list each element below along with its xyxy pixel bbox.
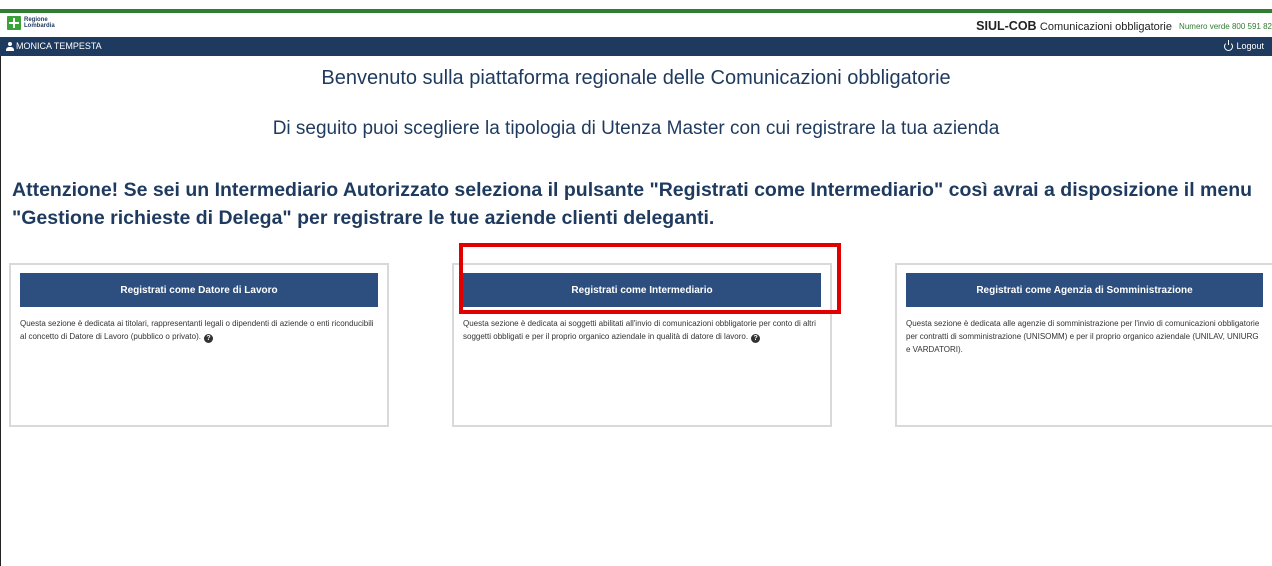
card-intermediario: Registrati come Intermediario Questa sez… — [452, 263, 832, 427]
register-datore-button[interactable]: Registrati come Datore di Lavoro — [20, 273, 378, 307]
logout-label: Logout — [1236, 41, 1264, 51]
app-title: SIUL-COB Comunicazioni obbligatorie — [976, 19, 1172, 33]
power-icon — [1224, 39, 1234, 51]
logout-button[interactable]: Logout — [1224, 39, 1264, 51]
lombardia-cross-icon — [7, 16, 21, 30]
card-description: Questa sezione è dedicata ai soggetti ab… — [463, 319, 816, 343]
page-subtitle: Di seguito puoi scegliere la tipologia d… — [272, 118, 1000, 139]
left-border — [0, 13, 1, 566]
card-description: Questa sezione è dedicata ai titolari, r… — [20, 319, 374, 343]
question-circle-icon[interactable]: ? — [751, 334, 761, 343]
app-subtitle: Comunicazioni obbligatorie — [1039, 21, 1172, 33]
card-description: Questa sezione è dedicata alle agenzie d… — [906, 319, 1260, 354]
user-name: MONICA TEMPESTA — [16, 41, 102, 51]
user-bar: MONICA TEMPESTA Logout — [0, 37, 1272, 56]
register-agenzia-button[interactable]: Registrati come Agenzia di Somministrazi… — [906, 273, 1263, 307]
page-title: Benvenuto sulla piattaforma regionale de… — [321, 67, 951, 89]
app-name: SIUL-COB — [976, 19, 1037, 33]
question-circle-icon[interactable]: ? — [204, 334, 213, 343]
logo-text: Regione Lombardia — [24, 17, 55, 29]
card-datore-di-lavoro: Registrati come Datore di Lavoro Questa … — [9, 263, 389, 427]
user-icon — [6, 41, 14, 51]
attention-notice: Attenzione! Se sei un Intermediario Auto… — [12, 179, 1253, 229]
regione-lombardia-logo[interactable]: Regione Lombardia — [7, 16, 55, 30]
card-agenzia-somministrazione: Registrati come Agenzia di Somministrazi… — [895, 263, 1272, 427]
register-intermediario-button[interactable]: Registrati come Intermediario — [463, 273, 821, 307]
toll-free-number: Numero verde 800 591 82 — [1179, 22, 1272, 31]
user-info: MONICA TEMPESTA — [6, 41, 102, 51]
brand-header: Regione Lombardia SIUL-COB Comunicazioni… — [0, 13, 1272, 37]
